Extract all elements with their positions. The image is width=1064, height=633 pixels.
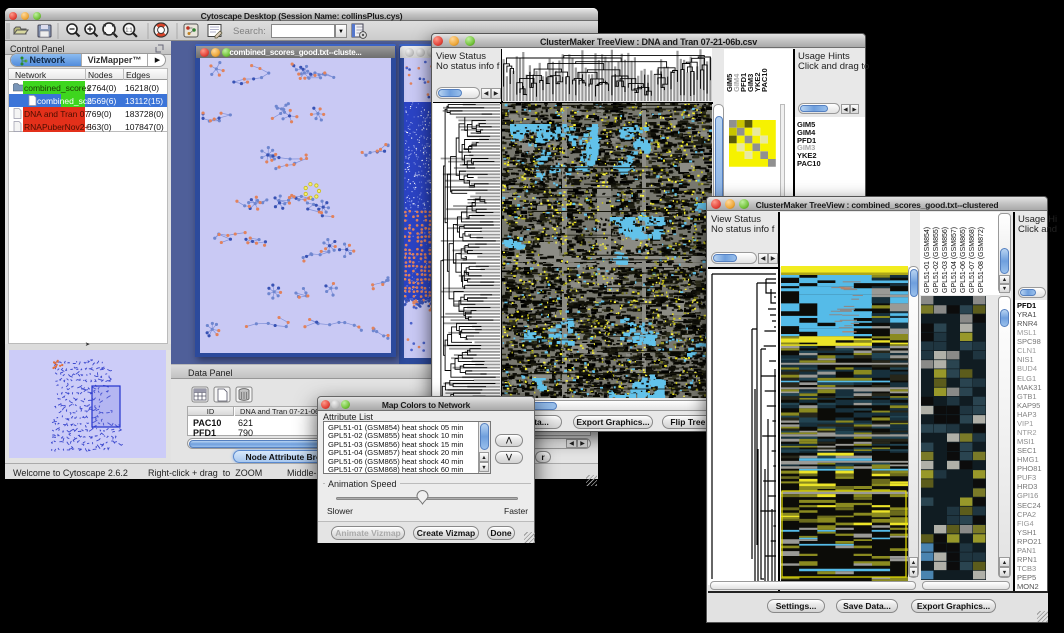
svg-text:1:1: 1:1 xyxy=(126,28,133,34)
